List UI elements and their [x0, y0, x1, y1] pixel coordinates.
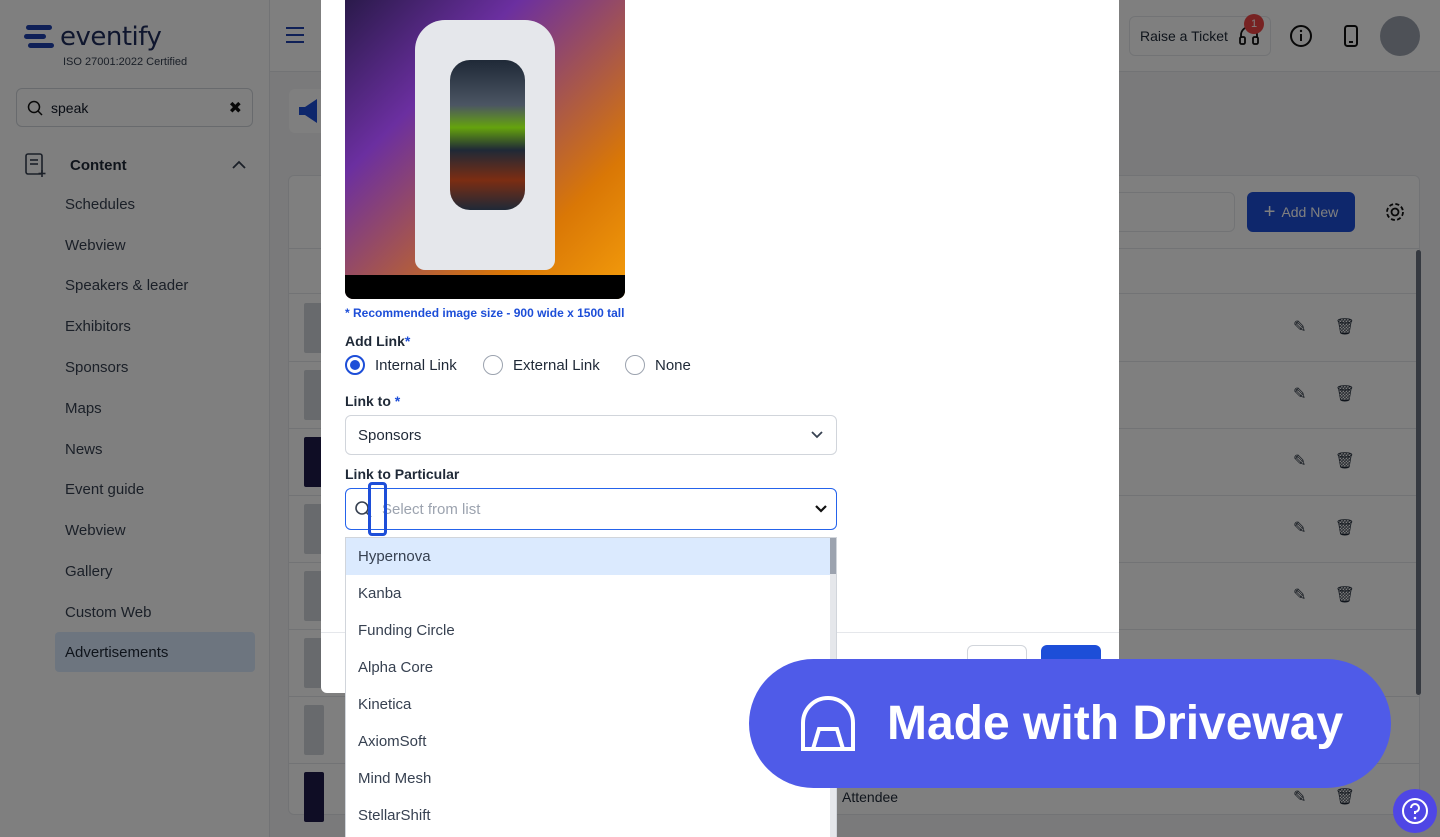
question-icon [1402, 798, 1428, 824]
radio-unselected-icon [483, 355, 503, 375]
radio-none-label: None [655, 356, 691, 374]
link-to-select[interactable]: Sponsors [345, 415, 837, 455]
text-cursor-highlight [368, 482, 387, 536]
add-link-text: Add Link [345, 333, 405, 349]
radio-external-link[interactable]: External Link [483, 355, 600, 375]
link-to-particular-label: Link to Particular [345, 466, 460, 482]
help-button[interactable] [1393, 789, 1437, 833]
radio-selected-icon [345, 355, 365, 375]
watermark-text: Made with Driveway [887, 697, 1344, 750]
radio-external-label: External Link [513, 356, 600, 374]
required-mark: * [394, 393, 401, 409]
made-with-driveway-banner[interactable]: Made with Driveway [749, 659, 1391, 788]
link-to-text: Link to [345, 393, 391, 409]
option-hypernova[interactable]: Hypernova [346, 538, 832, 575]
image-size-note: * Recommended image size - 900 wide x 15… [345, 306, 625, 320]
option-stellarshift[interactable]: StellarShift [346, 797, 832, 834]
link-to-value: Sponsors [358, 426, 422, 444]
radio-unselected-icon [625, 355, 645, 375]
option-alpha-core[interactable]: Alpha Core [346, 649, 832, 686]
add-link-label: Add Link* [345, 333, 410, 349]
driveway-logo-icon [801, 695, 855, 751]
required-mark: * [404, 333, 411, 349]
link-to-label: Link to * [345, 393, 400, 409]
link-to-particular-combobox[interactable]: Select from list [345, 488, 837, 530]
chevron-down-icon [815, 505, 827, 513]
ad-image-preview [345, 0, 625, 299]
radio-internal-link[interactable]: Internal Link [345, 355, 457, 375]
chevron-down-icon [811, 431, 823, 439]
option-mind-mesh[interactable]: Mind Mesh [346, 760, 832, 797]
option-kanba[interactable]: Kanba [346, 575, 832, 612]
option-funding-circle[interactable]: Funding Circle [346, 612, 832, 649]
radio-internal-label: Internal Link [375, 356, 457, 374]
combobox-placeholder: Select from list [382, 500, 481, 518]
radio-none[interactable]: None [625, 355, 691, 375]
